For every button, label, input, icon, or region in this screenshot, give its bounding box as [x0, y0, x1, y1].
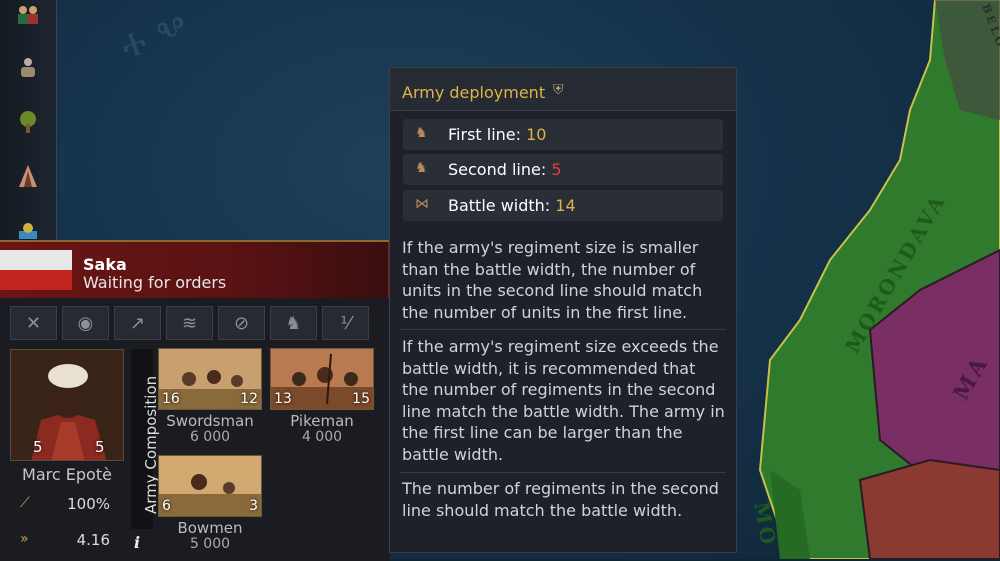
first-line-label: First line:	[448, 125, 527, 144]
military-icon[interactable]	[12, 52, 44, 84]
battle-width-label: Battle width:	[448, 196, 556, 215]
unit-card-swordsman[interactable]: 16 12 Swordsman 6 000	[158, 348, 262, 445]
attack-button[interactable]: ✕	[10, 306, 57, 340]
tooltip-paragraph-3: The number of regiments in the second li…	[402, 479, 719, 520]
disband-button[interactable]: ⊘	[218, 306, 265, 340]
battle-width-row: ⋈ Battle width: 14	[403, 190, 723, 221]
location-icon: ◉	[77, 312, 94, 334]
unit-regiments: 6	[162, 498, 171, 514]
morale-icon: ⟋	[20, 495, 30, 511]
army-name[interactable]: Saka	[83, 255, 127, 274]
tooltip-paragraph-2: If the army's regiment size exceeds the …	[402, 337, 725, 464]
unit-max: 12	[240, 391, 258, 407]
second-line-icon: ♞	[415, 160, 428, 176]
tooltip-title: Army deployment	[402, 83, 546, 102]
unit-image: 13 15	[270, 348, 374, 410]
unit-name: Pikeman	[290, 412, 354, 430]
tree-icon[interactable]	[12, 106, 44, 138]
unit-max: 3	[249, 498, 258, 514]
first-line-row: ♞ First line: 10	[403, 119, 723, 150]
tooltip-divider	[400, 472, 726, 473]
unit-count: 4 000	[301, 429, 343, 445]
morale-row: ⟋ 100%	[10, 494, 124, 516]
unit-count: 6 000	[189, 429, 231, 445]
formation-button[interactable]: ≋	[166, 306, 213, 340]
speed-icon: »	[20, 531, 29, 547]
split-button[interactable]: ⅟	[322, 306, 369, 340]
shield-icon: ⛨	[553, 82, 564, 98]
tooltip-paragraph-1: If the army's regiment size is smaller t…	[402, 238, 703, 322]
unit-name: Bowmen	[177, 519, 243, 537]
speed-row: » 4.16	[10, 530, 124, 552]
battle-width-icon: ⋈	[415, 196, 429, 212]
army-status: Waiting for orders	[83, 273, 227, 292]
commander-portrait[interactable]: 5 5	[10, 349, 124, 461]
army-deployment-tooltip: Army deployment ⛨ ♞ First line: 10 ♞ Sec…	[389, 67, 737, 553]
left-sidebar	[0, 0, 57, 250]
battle-width-value: 14	[555, 196, 576, 215]
commander-martial: 5	[33, 438, 43, 456]
commander-name[interactable]: Marc Epotè	[10, 465, 124, 484]
tooltip-divider	[400, 329, 726, 330]
speed-value: 4.16	[76, 531, 110, 549]
second-line-row: ♞ Second line: 5	[403, 154, 723, 185]
unit-count: 5 000	[189, 536, 231, 552]
unit-name: Swordsman	[166, 412, 254, 430]
army-flag[interactable]	[0, 250, 72, 290]
army-actions: ✕ ◉ ↗ ≋ ⊘ ♞ ⅟	[10, 306, 369, 340]
info-icon[interactable]: i	[134, 533, 140, 552]
unit-image: 16 12	[158, 348, 262, 410]
location-button[interactable]: ◉	[62, 306, 109, 340]
army-header: Saka Waiting for orders	[0, 242, 390, 298]
recruit-icon: ♞	[285, 312, 302, 334]
attack-icon: ✕	[25, 312, 42, 334]
unit-card-bowmen[interactable]: 6 3 Bowmen 5 000	[158, 455, 262, 552]
unit-image: 6 3	[158, 455, 262, 517]
raise-button[interactable]: ↗	[114, 306, 161, 340]
formation-icon: ≋	[181, 312, 198, 334]
second-line-value: 5	[551, 160, 562, 179]
second-line-label: Second line:	[448, 160, 552, 179]
unit-card-pikeman[interactable]: 13 15 Pikeman 4 000	[270, 348, 374, 445]
tooltip-header: Army deployment ⛨	[390, 68, 736, 111]
raise-icon: ↗	[129, 312, 146, 334]
royal-court-icon[interactable]	[12, 0, 44, 30]
first-line-icon: ♞	[415, 125, 428, 141]
first-line-value: 10	[526, 125, 547, 144]
commander-defense: 5	[95, 438, 105, 456]
disband-icon: ⊘	[233, 312, 250, 334]
army-panel: Saka Waiting for orders ✕ ◉ ↗ ≋ ⊘ ♞ ⅟ 5 …	[0, 240, 390, 561]
recruit-button[interactable]: ♞	[270, 306, 317, 340]
religion-icon[interactable]	[12, 160, 44, 192]
unit-max: 15	[352, 391, 370, 407]
morale-value: 100%	[67, 495, 110, 513]
unit-regiments: 16	[162, 391, 180, 407]
split-icon: ⅟	[340, 312, 351, 334]
unit-regiments: 13	[274, 391, 292, 407]
